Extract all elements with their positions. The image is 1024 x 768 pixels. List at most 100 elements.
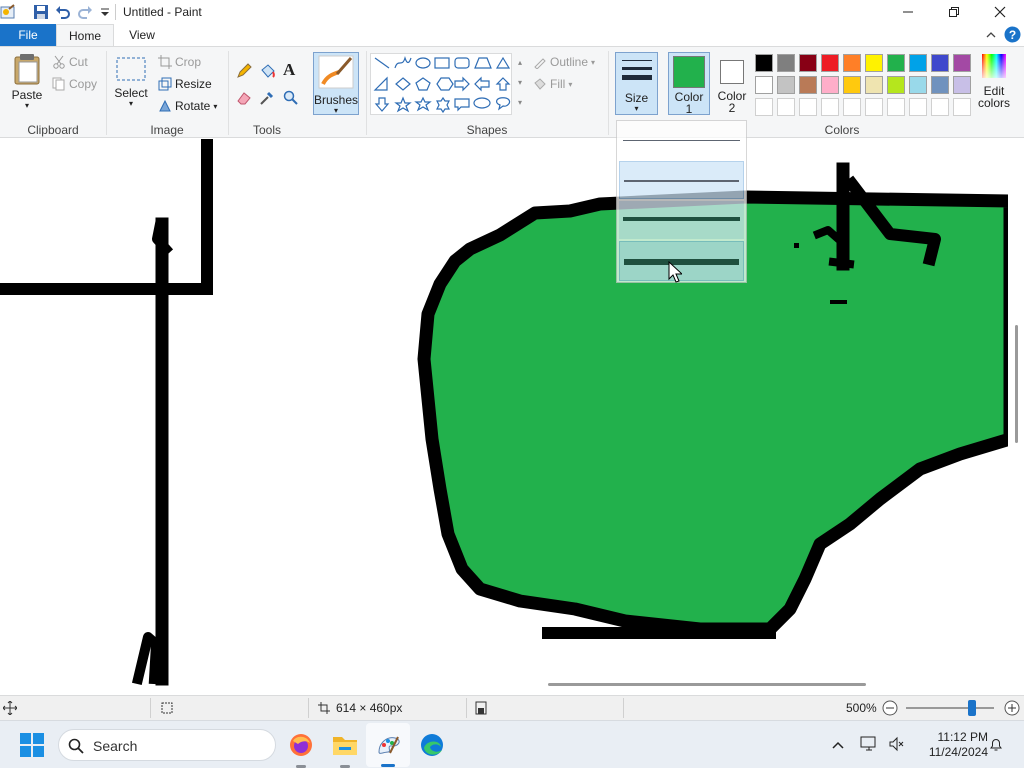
- text-tool-icon[interactable]: A: [283, 60, 295, 80]
- color2-button[interactable]: Color 2: [713, 52, 751, 115]
- collapse-ribbon-icon[interactable]: [984, 28, 998, 42]
- vertical-scrollbar-thumb[interactable]: [1015, 325, 1018, 443]
- right-arrow-shape-icon: [454, 76, 470, 92]
- network-icon[interactable]: [860, 735, 878, 753]
- zoom-slider-track[interactable]: [906, 707, 994, 709]
- palette-swatch[interactable]: [821, 76, 839, 94]
- start-icon[interactable]: [20, 733, 44, 757]
- zoom-out-icon[interactable]: [882, 700, 898, 716]
- black-stroke: [131, 632, 161, 686]
- six-point-star-shape-icon: [436, 96, 450, 114]
- paint-app-icon[interactable]: [0, 4, 16, 20]
- minimize-button[interactable]: [885, 0, 931, 24]
- restore-button[interactable]: [931, 0, 977, 24]
- palette-swatch[interactable]: [865, 76, 883, 94]
- file-tab[interactable]: File: [0, 24, 56, 46]
- select-button[interactable]: Select ▾: [113, 55, 149, 119]
- clock[interactable]: 11:12 PM 11/24/2024: [912, 730, 988, 760]
- firefox-icon[interactable]: [289, 733, 313, 757]
- magnifier-icon[interactable]: [283, 90, 299, 106]
- close-button[interactable]: [977, 0, 1023, 24]
- palette-empty-swatch[interactable]: [953, 98, 971, 116]
- palette-swatch[interactable]: [777, 54, 795, 72]
- edit-colors-button[interactable]: Edit colors: [975, 52, 1013, 118]
- fill-bucket-icon[interactable]: [259, 63, 275, 79]
- resize-button[interactable]: Resize: [158, 77, 212, 91]
- edge-icon[interactable]: [420, 733, 444, 757]
- palette-swatch[interactable]: [909, 54, 927, 72]
- palette-empty-swatch[interactable]: [887, 98, 905, 116]
- status-separator: [150, 698, 151, 718]
- palette-empty-swatch[interactable]: [777, 98, 795, 116]
- search-icon: [68, 738, 84, 754]
- palette-empty-swatch[interactable]: [843, 98, 861, 116]
- crop-button[interactable]: Crop: [158, 55, 201, 69]
- horizontal-scrollbar-thumb[interactable]: [548, 683, 866, 686]
- rounded-rectangle-shape-icon: [454, 57, 470, 69]
- hexagon-shape-icon: [436, 77, 454, 91]
- eraser-icon[interactable]: [236, 90, 252, 106]
- palette-swatch[interactable]: [931, 76, 949, 94]
- palette-empty-swatch[interactable]: [909, 98, 927, 116]
- palette-empty-swatch[interactable]: [755, 98, 773, 116]
- undo-icon[interactable]: [55, 4, 71, 20]
- search-box[interactable]: Search: [58, 729, 276, 761]
- palette-empty-swatch[interactable]: [799, 98, 817, 116]
- tab-home[interactable]: Home: [56, 24, 114, 46]
- palette-swatch[interactable]: [909, 76, 927, 94]
- palette-swatch[interactable]: [799, 76, 817, 94]
- size-button[interactable]: Size ▾: [615, 52, 658, 115]
- zoom-slider-thumb[interactable]: [968, 700, 976, 716]
- redo-icon[interactable]: [77, 4, 93, 20]
- chevron-up-icon[interactable]: [830, 737, 846, 753]
- cut-button[interactable]: Cut: [52, 55, 88, 69]
- tab-view[interactable]: View: [120, 24, 164, 46]
- palette-swatch[interactable]: [843, 76, 861, 94]
- palette-swatch[interactable]: [821, 54, 839, 72]
- size-option-3px[interactable]: [619, 161, 744, 199]
- taskbar: Search 11:12 PM 11/24/2024: [0, 720, 1024, 768]
- color1-button[interactable]: Color 1: [668, 52, 710, 115]
- palette-empty-swatch[interactable]: [931, 98, 949, 116]
- colors-group-label: Colors: [824, 123, 860, 137]
- palette-swatch[interactable]: [953, 76, 971, 94]
- vertical-scrollbar-track[interactable]: [1008, 139, 1024, 695]
- palette-swatch[interactable]: [887, 54, 905, 72]
- paint-taskbar-button[interactable]: [366, 723, 410, 767]
- pencil-icon[interactable]: [236, 63, 252, 79]
- fill-button[interactable]: Fill ▾: [533, 77, 572, 91]
- palette-swatch[interactable]: [953, 54, 971, 72]
- save-icon[interactable]: [33, 4, 49, 20]
- help-icon[interactable]: ?: [1004, 26, 1021, 43]
- outline-button[interactable]: Outline ▾: [533, 55, 595, 69]
- oval-callout-shape-icon: [473, 97, 491, 109]
- palette-swatch[interactable]: [887, 76, 905, 94]
- palette-swatch[interactable]: [755, 76, 773, 94]
- palette-empty-swatch[interactable]: [821, 98, 839, 116]
- notification-bell-icon[interactable]: [988, 736, 1004, 752]
- clock-date: 11/24/2024: [928, 745, 988, 759]
- palette-swatch[interactable]: [843, 54, 861, 72]
- paste-button[interactable]: Paste ▾: [8, 53, 46, 117]
- copy-button[interactable]: Copy: [52, 77, 97, 91]
- rotate-button[interactable]: Rotate ▾: [158, 99, 217, 113]
- palette-swatch[interactable]: [777, 76, 795, 94]
- color-picker-icon[interactable]: [259, 90, 275, 106]
- palette-swatch[interactable]: [755, 54, 773, 72]
- palette-swatch[interactable]: [865, 54, 883, 72]
- palette-empty-swatch[interactable]: [865, 98, 883, 116]
- palette-swatch[interactable]: [931, 54, 949, 72]
- line-shape-icon: [374, 57, 390, 69]
- drawing-canvas[interactable]: [0, 139, 1024, 695]
- palette-swatch[interactable]: [799, 54, 817, 72]
- brushes-button[interactable]: Brushes ▾: [313, 52, 359, 115]
- customize-dropdown-icon[interactable]: [97, 4, 113, 20]
- shapes-gallery[interactable]: [370, 53, 512, 115]
- zoom-in-icon[interactable]: [1004, 700, 1020, 716]
- file-explorer-icon[interactable]: [332, 733, 358, 757]
- volume-muted-icon[interactable]: [888, 736, 904, 752]
- size-option-5px[interactable]: [619, 201, 744, 239]
- size-option-1px[interactable]: [619, 123, 744, 159]
- shapes-scroll[interactable]: ▴ ▾ ▾: [513, 53, 527, 115]
- shapes-group-label: Shapes: [466, 123, 508, 137]
